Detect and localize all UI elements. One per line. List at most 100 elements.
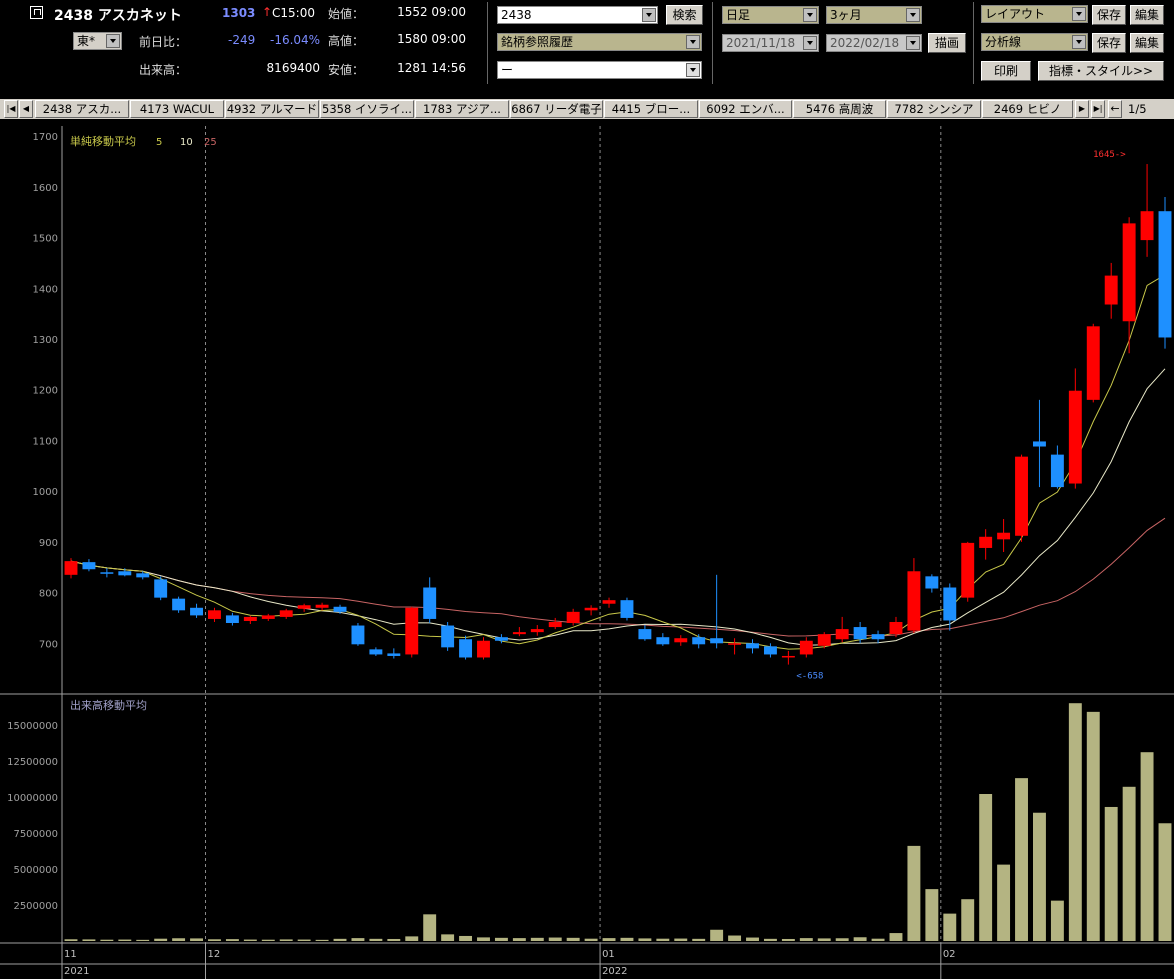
bookmark-icon[interactable]: [30, 6, 43, 19]
ma-period-5: 5: [156, 137, 162, 148]
symbol-tab[interactable]: 6867 リーダ電子: [510, 100, 603, 118]
volume-bar: [1122, 786, 1136, 941]
candle: [530, 625, 544, 636]
volume-bar: [781, 938, 795, 941]
search-button[interactable]: 検索: [666, 5, 703, 25]
date-to-select[interactable]: 2022/02/18: [826, 34, 922, 52]
candle-body: [1122, 223, 1136, 322]
code-input[interactable]: 2438: [497, 6, 658, 24]
chevron-down-icon: [1072, 7, 1086, 21]
price-tick-label: 1600: [33, 183, 58, 194]
volume-bar: [136, 939, 150, 941]
volume-bar: [297, 939, 311, 941]
period-type-value: 日足: [726, 8, 751, 22]
market-select[interactable]: 東*: [73, 32, 122, 50]
draw-button[interactable]: 描画: [928, 33, 966, 53]
candle: [1050, 445, 1064, 489]
month-label: 12: [208, 949, 221, 960]
candle-body: [638, 629, 652, 640]
price-tick-label: 800: [39, 589, 58, 600]
layout-edit-button[interactable]: 編集: [1130, 5, 1164, 25]
date-from-select[interactable]: 2021/11/18: [722, 34, 819, 52]
candle: [387, 648, 401, 659]
price-panel-title: 単純移動平均: [70, 134, 136, 148]
symbol-tab[interactable]: 4415 ブロー...: [604, 100, 698, 118]
volume-bar: [961, 899, 975, 941]
volume-bar: [674, 938, 688, 941]
symbol-tab[interactable]: 2469 ヒビノ: [982, 100, 1073, 118]
symbol-tab[interactable]: 4173 WACUL: [130, 100, 224, 118]
symbol-tab[interactable]: 1783 アジア...: [415, 100, 509, 118]
price-arrow-icon: ↑: [262, 5, 273, 19]
stock-chart[interactable]: 1700 1600 1500 1400 1300 1200 1100 1000 900 800 70…: [0, 126, 1174, 979]
change-value: -249: [228, 33, 256, 47]
candle: [172, 596, 186, 613]
volume-bar: [1104, 806, 1118, 941]
volume-bar: [817, 938, 831, 941]
back-arrow-icon[interactable]: ←: [1108, 100, 1122, 118]
chevron-down-icon: [803, 36, 817, 50]
symbol-tab[interactable]: 7782 シンシア: [887, 100, 981, 118]
header-divider: [712, 2, 713, 84]
prev-tab-icon[interactable]: ◀: [19, 100, 33, 118]
next-tab-icon[interactable]: ▶: [1075, 100, 1089, 118]
candle-body: [315, 604, 329, 608]
candle: [64, 558, 78, 579]
symbol-tab[interactable]: 6092 エンバ...: [699, 100, 792, 118]
candle-body: [118, 571, 132, 576]
volume-value: 8169400: [266, 61, 320, 75]
first-page-icon[interactable]: |◀: [4, 100, 18, 118]
chevron-down-icon: [106, 34, 120, 48]
volume-tick-label: 10000000: [7, 793, 58, 804]
candle-body: [405, 607, 419, 655]
volume-bar: [1140, 752, 1154, 941]
candle: [1068, 368, 1082, 489]
candle-body: [1086, 326, 1100, 400]
symbol-tab[interactable]: 5358 イソライ...: [320, 100, 414, 118]
analysis-save-button[interactable]: 保存: [1092, 33, 1126, 53]
candle: [781, 650, 795, 665]
volume-bar: [1068, 703, 1082, 941]
analysis-select[interactable]: 分析線: [981, 33, 1088, 51]
chevron-down-icon: [686, 35, 700, 49]
symbol-tab[interactable]: 2438 アスカ...: [35, 100, 129, 118]
volume-bar: [459, 935, 473, 941]
last-page-icon[interactable]: ▶|: [1091, 100, 1105, 118]
period-type-select[interactable]: 日足: [722, 6, 819, 24]
candle: [369, 647, 383, 656]
volume-bar: [1050, 900, 1064, 941]
layout-save-button[interactable]: 保存: [1092, 5, 1126, 25]
layout-select[interactable]: レイアウト: [981, 5, 1088, 23]
print-button[interactable]: 印刷: [981, 61, 1031, 81]
candle-body: [728, 643, 742, 645]
chevron-down-icon[interactable]: [642, 8, 656, 22]
candle: [1033, 399, 1046, 488]
period-range-select[interactable]: 3ヶ月: [826, 6, 922, 24]
candle: [674, 635, 688, 646]
candle: [943, 583, 957, 631]
extra-select[interactable]: ー: [497, 61, 702, 79]
symbol-tab[interactable]: 4932 アルマード: [225, 100, 319, 118]
candle-body: [925, 576, 939, 589]
symbol-tab[interactable]: 5476 高周波: [793, 100, 886, 118]
candle: [979, 529, 993, 560]
ma5-line: [70, 274, 1166, 650]
candle-body: [620, 600, 634, 618]
history-select[interactable]: 銘柄参照履歴: [497, 33, 702, 51]
volume-bar: [82, 939, 96, 941]
volume-bar: [333, 938, 347, 941]
candle-body: [243, 616, 257, 621]
candle-body: [172, 598, 186, 611]
candle: [602, 597, 616, 608]
volume-tick-label: 15000000: [7, 721, 58, 732]
indicator-style-button[interactable]: 指標・スタイル>>: [1038, 61, 1164, 81]
analysis-edit-button[interactable]: 編集: [1130, 33, 1164, 53]
candle: [100, 568, 114, 578]
candle-body: [979, 536, 993, 548]
high-label: 高値：: [328, 34, 365, 48]
price-tick-label: 1200: [33, 386, 58, 397]
date-from-value: 2021/11/18: [726, 36, 796, 50]
symbol-tab-bar: |◀ ◀ 2438 アスカ... 4173 WACUL 4932 アルマード 5358…: [0, 99, 1174, 119]
candle-body: [225, 615, 239, 623]
candle: [190, 603, 203, 618]
